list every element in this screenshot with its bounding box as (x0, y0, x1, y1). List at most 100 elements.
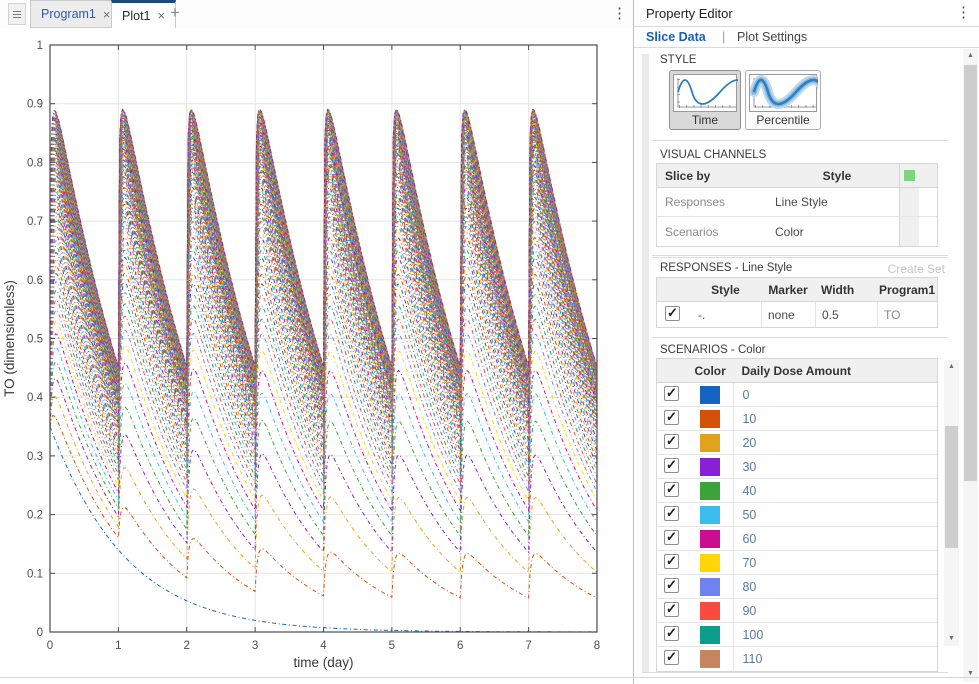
response-row[interactable]: -. none 0.5 TO (657, 302, 937, 327)
scenario-dose-label: 90 (733, 599, 937, 622)
scenario-color-swatch[interactable] (700, 409, 721, 428)
response-line-style[interactable]: -. (690, 308, 761, 322)
visual-channel-row[interactable]: Responses Line Style (657, 188, 937, 217)
tab-program1[interactable]: Program1 × (30, 0, 122, 28)
panel-scrollbar[interactable]: ▲ ▼ (963, 49, 978, 682)
style-time-label: Time (691, 113, 719, 127)
scenario-row[interactable]: 40 (657, 479, 937, 503)
channel-style[interactable]: Color (775, 225, 899, 239)
slice-data-content: STYLE Time Percentile VISUAL CHANNELS Sl… (634, 48, 963, 684)
scenario-visible-checkbox[interactable] (664, 385, 679, 401)
scenario-color-swatch[interactable] (700, 433, 721, 452)
scroll-thumb[interactable] (964, 65, 977, 481)
style-percentile-label: Percentile (756, 113, 810, 127)
scenario-row[interactable]: 50 (657, 503, 937, 527)
property-editor-menu-icon[interactable]: ⋮ (956, 5, 971, 20)
scenario-color-swatch[interactable] (700, 505, 721, 524)
visual-channels-header: Slice by Style (657, 164, 937, 188)
style-percentile-button[interactable]: Percentile (745, 70, 829, 130)
indicator-cell (899, 164, 919, 187)
scenario-row[interactable]: 80 (657, 575, 937, 599)
scenario-row[interactable]: 70 (657, 551, 937, 575)
visual-channel-row[interactable]: Scenarios Color (657, 217, 937, 246)
scenario-visible-checkbox[interactable] (664, 481, 679, 497)
scenario-color-swatch[interactable] (700, 481, 721, 500)
scenario-visible-checkbox[interactable] (664, 601, 679, 617)
visual-channels-label: VISUAL CHANNELS (660, 149, 767, 161)
scenario-color-swatch[interactable] (700, 577, 721, 596)
col-width: Width (821, 282, 855, 297)
tab-plot1-label: Plot1 (122, 8, 151, 23)
col-marker: Marker (768, 282, 808, 297)
tab-plot1[interactable]: Plot1 × (111, 0, 177, 28)
document-bar-icon[interactable] (8, 3, 26, 25)
style-time-button[interactable]: Time (669, 70, 749, 130)
scenario-visible-checkbox[interactable] (664, 409, 679, 425)
scenario-visible-checkbox[interactable] (664, 505, 679, 521)
scenarios-scrollbar[interactable]: ▲ ▼ (944, 360, 959, 646)
scenario-dose-label: 80 (733, 575, 937, 598)
create-set-button[interactable]: Create Set (888, 262, 945, 276)
y-axis-label: TO (dimensionless) (2, 280, 17, 397)
scenario-visible-checkbox[interactable] (664, 457, 679, 473)
scroll-up-icon[interactable]: ▲ (963, 49, 978, 63)
channel-name: Responses (665, 195, 726, 209)
scroll-up-icon[interactable]: ▲ (944, 360, 959, 374)
scenario-row[interactable]: 10 (657, 407, 937, 431)
tab-plot-settings[interactable]: Plot Settings (737, 30, 807, 44)
window-bottom-border (0, 677, 979, 678)
indicator-cell (899, 217, 919, 246)
scroll-down-icon[interactable]: ▼ (963, 667, 978, 681)
tab-program1-label: Program1 (41, 7, 96, 21)
scenario-color-swatch[interactable] (700, 457, 721, 476)
y-tick-label: 0.1 (27, 568, 43, 580)
scenario-visible-checkbox[interactable] (664, 553, 679, 569)
channel-style[interactable]: Line Style (775, 195, 899, 209)
add-tab-button[interactable]: + (170, 3, 180, 23)
scenario-row[interactable]: 100 (657, 623, 937, 647)
close-icon[interactable]: × (103, 8, 111, 21)
close-icon[interactable]: × (158, 9, 166, 22)
response-visible-checkbox[interactable] (665, 305, 680, 321)
scenario-color-swatch[interactable] (700, 625, 721, 644)
scenario-row[interactable]: 110 (657, 647, 937, 671)
scenarios-rows: 0 10 20 30 40 50 60 70 80 (657, 383, 937, 671)
scenario-row[interactable]: 60 (657, 527, 937, 551)
scenario-row[interactable]: 20 (657, 431, 937, 455)
scenario-color-swatch[interactable] (700, 385, 721, 404)
scenario-color-swatch[interactable] (700, 553, 721, 572)
scenario-visible-checkbox[interactable] (664, 433, 679, 449)
scenario-row[interactable]: 0 (657, 383, 937, 407)
scenario-color-swatch[interactable] (700, 650, 721, 668)
scenario-color-swatch[interactable] (700, 601, 721, 620)
tab-slice-data[interactable]: Slice Data (646, 30, 706, 44)
scenario-dose-label: 30 (733, 455, 937, 478)
to-vs-time-plot[interactable]: 0 1 2 3 4 5 6 7 8 0 0.1 0.2 0.3 0.4 0.5 0.6 0.7 0.8 0.9 1 ti… (0, 28, 632, 684)
visible-indicator (904, 170, 915, 181)
y-tick-label: 0.2 (27, 510, 43, 522)
scenario-visible-checkbox[interactable] (664, 529, 679, 545)
scenarios-label: SCENARIOS - (660, 344, 735, 356)
y-tick-label: 0.6 (27, 275, 43, 287)
divider (642, 672, 948, 673)
y-tick-label: 0.7 (27, 216, 43, 228)
scroll-thumb[interactable] (945, 426, 958, 548)
app-window: Program1 × Plot1 × + ⋮ 0 1 2 3 4 5 6 7 8 0 0.1 0.2 0… (0, 0, 979, 684)
responses-table: Style Marker Width Program1 -. none 0.5 … (656, 277, 938, 328)
scroll-down-icon[interactable]: ▼ (944, 632, 959, 646)
x-tick-label: 0 (47, 640, 53, 652)
scenario-visible-checkbox[interactable] (664, 625, 679, 641)
document-tab-bar: Program1 × Plot1 × + ⋮ (0, 0, 633, 28)
scenario-row[interactable]: 90 (657, 599, 937, 623)
scenario-row[interactable]: 30 (657, 455, 937, 479)
scenario-visible-checkbox[interactable] (664, 649, 679, 665)
x-tick-label: 4 (320, 640, 327, 652)
plot-area-menu-icon[interactable]: ⋮ (612, 6, 627, 21)
scenario-color-swatch[interactable] (700, 529, 721, 548)
scenario-visible-checkbox[interactable] (664, 577, 679, 593)
scenario-dose-label: 110 (733, 647, 937, 671)
response-line-width[interactable]: 0.5 (815, 302, 877, 327)
response-marker[interactable]: none (761, 302, 815, 327)
property-editor-title: Property Editor (646, 6, 733, 21)
response-name: TO (877, 302, 937, 327)
